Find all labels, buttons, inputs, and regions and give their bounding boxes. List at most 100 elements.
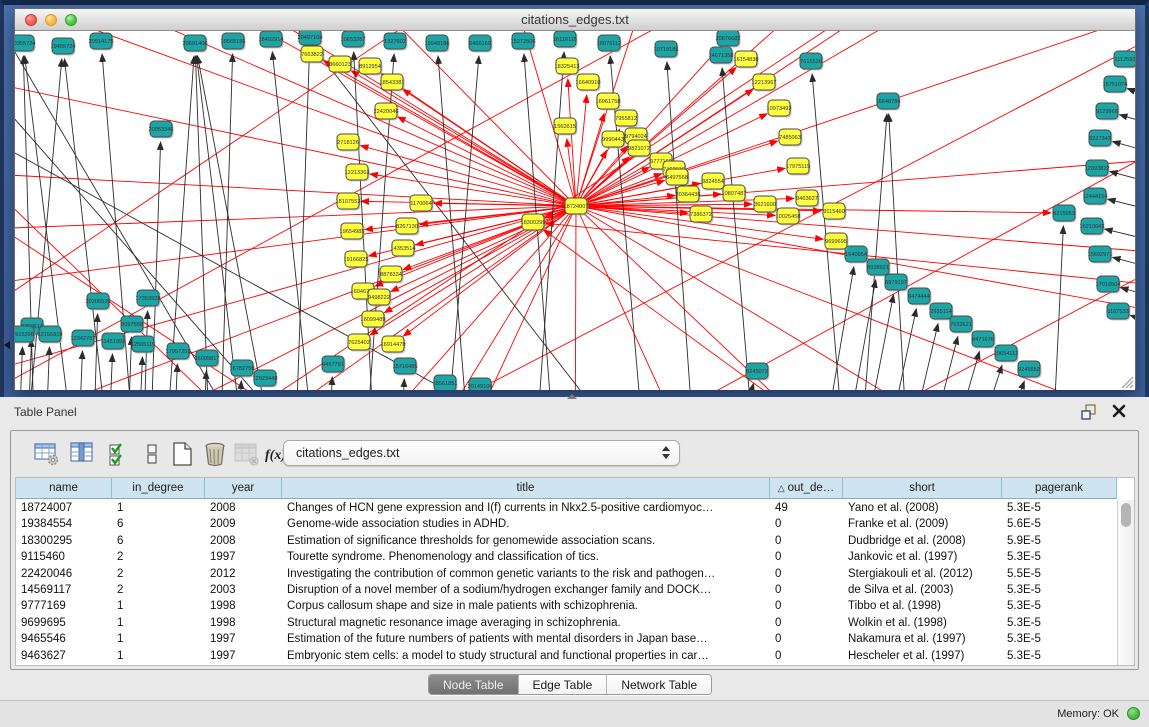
graph-node[interactable]: 15716485	[393, 358, 418, 376]
graph-node[interactable]: 18724007	[564, 198, 589, 216]
graph-node[interactable]: 9821072	[628, 140, 652, 158]
graph-node[interactable]: 9245652	[1018, 361, 1042, 379]
graph-node[interactable]: 20691406	[183, 35, 208, 53]
graph-node[interactable]: 16914479	[381, 336, 406, 354]
select-all-checks-button[interactable]	[105, 440, 133, 468]
graph-node[interactable]: 18561851	[433, 375, 458, 390]
select-column-button[interactable]	[69, 440, 97, 468]
graph-node[interactable]: 12342757	[71, 330, 96, 348]
graph-node[interactable]: 6497568	[666, 169, 690, 187]
graph-node[interactable]: 2935114	[930, 303, 954, 321]
graph-node[interactable]: 9463627	[796, 190, 820, 208]
graph-node[interactable]: 9915396	[15, 326, 36, 344]
graph-node[interactable]: 8215953	[1053, 205, 1077, 223]
graph-node[interactable]: 18325413	[555, 58, 580, 76]
table-row[interactable]: 2242004622012Investigating the contribut…	[16, 566, 1117, 582]
graph-node[interactable]: 9097588	[121, 316, 145, 334]
graph-node[interactable]: 8471676	[972, 331, 996, 349]
collapse-panel-icon[interactable]	[4, 341, 10, 349]
graph-node[interactable]: 11451993	[101, 333, 126, 351]
graph-node[interactable]: 20053346	[149, 121, 174, 139]
graph-node[interactable]: 18543381	[380, 74, 405, 92]
graph-node[interactable]: 16640910	[576, 74, 601, 92]
graph-node[interactable]: 12444154	[1083, 188, 1108, 206]
graph-node[interactable]: 9699695	[825, 233, 849, 251]
graph-node[interactable]: 7485063	[779, 129, 803, 147]
graph-node[interactable]: 12505115	[131, 336, 156, 354]
graph-node[interactable]: 16116115	[553, 31, 578, 49]
network-canvas[interactable]: 2035572419455724209141752069140619565156…	[15, 31, 1135, 390]
float-panel-icon[interactable]	[1081, 404, 1097, 420]
graph-node[interactable]: 17359928	[136, 290, 161, 308]
graph-node[interactable]: 1167533	[1107, 303, 1131, 321]
graph-node[interactable]: 19565156	[221, 33, 246, 51]
graph-node[interactable]: 20149104	[468, 378, 493, 390]
graph-node[interactable]: 12093822	[1085, 160, 1110, 178]
column-header-out_de[interactable]: △out_de…	[770, 478, 843, 499]
column-header-year[interactable]: year	[205, 478, 282, 499]
graph-node[interactable]: 19166825	[344, 251, 369, 269]
graph-node[interactable]: 9129966	[1096, 103, 1120, 121]
table-row[interactable]: 1456911722003Disruption of a novel membe…	[16, 582, 1117, 598]
graph-node[interactable]: 6466160	[469, 35, 493, 53]
graph-node[interactable]: 18107553	[336, 193, 361, 211]
scrollbar-thumb[interactable]	[1121, 503, 1131, 527]
graph-node[interactable]: 9824554	[702, 173, 726, 191]
table-row[interactable]: 977716911998Corpus callosum shape and si…	[16, 598, 1117, 614]
graph-node[interactable]: 1170064	[410, 195, 434, 213]
graph-node[interactable]: 8912954	[359, 58, 383, 76]
column-header-in_degree[interactable]: in_degree	[112, 478, 205, 499]
close-panel-icon[interactable]	[1111, 403, 1127, 419]
graph-node[interactable]: 1327602	[384, 33, 408, 51]
table-scrollbar[interactable]	[1117, 500, 1134, 665]
graph-node[interactable]: 10654112	[994, 345, 1019, 363]
column-header-title[interactable]: title	[282, 478, 770, 499]
graph-node[interactable]: 1562615	[554, 118, 578, 136]
graph-node[interactable]: 9245072	[746, 363, 770, 381]
graph-node[interactable]: 9474444	[908, 288, 932, 306]
graph-node[interactable]: 7663822	[301, 46, 325, 64]
graph-node[interactable]: 18492914	[259, 31, 284, 49]
graph-node[interactable]: 20497104	[298, 31, 323, 47]
table-row[interactable]: 1872400712008Changes of HCN gene express…	[16, 500, 1117, 516]
graph-node[interactable]: 10719185	[654, 41, 679, 59]
graph-node[interactable]: 9115460	[823, 203, 847, 221]
graph-node[interactable]: 18076112	[597, 35, 622, 53]
graph-node[interactable]: 10653287	[341, 31, 366, 49]
row-boxes-button[interactable]	[139, 440, 167, 468]
graph-node[interactable]: 8660123	[329, 56, 353, 74]
graph-node[interactable]: 12213967	[752, 74, 777, 92]
graph-node[interactable]: 2718126	[337, 134, 361, 152]
table-row[interactable]: 1938455462009Genome-wide association stu…	[16, 516, 1117, 532]
graph-node[interactable]: 10025458	[776, 208, 801, 226]
graph-node[interactable]: 20355724	[15, 35, 36, 53]
graph-node[interactable]: 16095817	[195, 350, 220, 368]
tab-node-table[interactable]: Node Table	[429, 675, 519, 695]
column-header-name[interactable]: name	[16, 478, 112, 499]
graph-node[interactable]: 17016504	[1096, 276, 1121, 294]
graph-node[interactable]: 20914175	[89, 33, 114, 51]
table-row[interactable]: 1830029562008Estimation of significance …	[16, 533, 1117, 549]
graph-node[interactable]: 16210643	[1080, 218, 1105, 236]
graph-node[interactable]: 14671358	[709, 47, 734, 65]
graph-node[interactable]: 17957253	[166, 343, 191, 361]
graph-node[interactable]: 1640954	[845, 246, 869, 264]
resize-grip-icon[interactable]	[1118, 373, 1134, 389]
graph-node[interactable]: 20876682	[716, 31, 741, 48]
graph-node[interactable]: 19654985	[340, 223, 365, 241]
graph-node[interactable]: 9498222	[368, 289, 392, 307]
graph-node[interactable]: 22420046	[374, 103, 399, 121]
graph-node[interactable]: 20364436	[676, 186, 701, 204]
graph-node[interactable]: 7632621	[950, 316, 974, 334]
graph-node[interactable]: 10807487	[722, 185, 747, 203]
graph-node[interactable]: 7625402	[348, 334, 372, 352]
graph-node[interactable]: 17975115	[786, 158, 811, 176]
graph-node[interactable]: 18300295	[521, 214, 546, 232]
graph-node[interactable]: 10973493	[767, 100, 792, 118]
graph-node[interactable]: 16648784	[876, 93, 901, 111]
table-select-dropdown[interactable]: citations_edges.txt	[283, 440, 680, 466]
column-header-short[interactable]: short	[843, 478, 1002, 499]
graph-node[interactable]: 16961758	[596, 93, 621, 111]
graph-node[interactable]: 7955812	[615, 110, 639, 128]
graph-node[interactable]: 16154838	[734, 51, 759, 69]
